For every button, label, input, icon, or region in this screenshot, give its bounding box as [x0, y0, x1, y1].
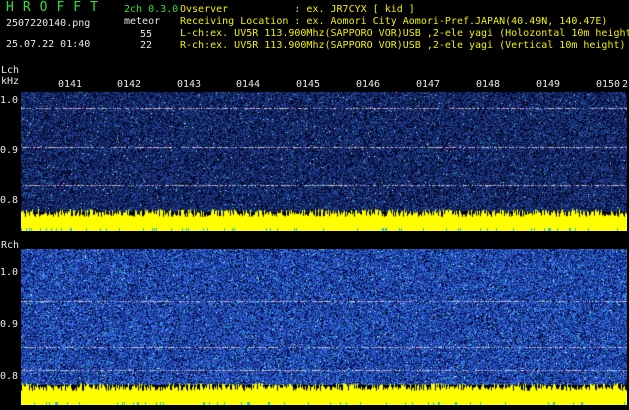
- observer-line: Ovserver : ex. JR7CYX [ kid ]: [180, 4, 415, 15]
- lch-ylabel-1-0: 1.0: [0, 95, 19, 106]
- time-tick: 0147: [416, 79, 441, 90]
- time-tick: 2: [622, 79, 629, 90]
- lch-meteor-count: 55: [140, 29, 153, 40]
- rch-ylabel-1-0: 1.0: [0, 267, 19, 278]
- time-tick: 0143: [177, 79, 202, 90]
- lch-ylabel-0-9: 0.9: [0, 145, 19, 156]
- lch-ylabel-0-8: 0.8: [0, 195, 19, 206]
- lch-unit-label: kHz: [1, 76, 20, 87]
- rch-label: Rch: [1, 240, 20, 251]
- lch-waterfall: [21, 76, 627, 231]
- rch-info-line: R-ch:ex. UV5R 113.900Mhz(SAPPORO VOR)USB…: [180, 40, 626, 51]
- time-tick: 0141: [58, 79, 83, 90]
- lch-label: Lch: [1, 65, 20, 76]
- time-tick: 0144: [236, 79, 261, 90]
- time-tick: 0148: [476, 79, 501, 90]
- time-tick: 0149: [536, 79, 561, 90]
- rch-waterfall: [21, 249, 627, 405]
- capture-datetime: 25.07.22 01:40: [6, 39, 91, 50]
- image-filename: 2507220140.png: [6, 18, 91, 29]
- time-tick: 0142: [117, 79, 142, 90]
- mode-label: meteor: [124, 16, 161, 27]
- app-title: HROFFT: [6, 0, 107, 15]
- rch-ylabel-0-9: 0.9: [0, 319, 19, 330]
- mode-indicator: 2ch 0.3.0: [124, 4, 179, 15]
- lch-info-line: L-ch:ex. UV5R 113.900Mhz(SAPPORO VOR)USB…: [180, 28, 629, 39]
- rch-meteor-count: 22: [140, 40, 153, 51]
- location-line: Receiving Location : ex. Aomori City Aom…: [180, 16, 608, 27]
- time-tick: 0150: [596, 79, 621, 90]
- time-tick: 0146: [356, 79, 381, 90]
- rch-ylabel-0-8: 0.8: [0, 371, 19, 382]
- time-tick: 0145: [296, 79, 321, 90]
